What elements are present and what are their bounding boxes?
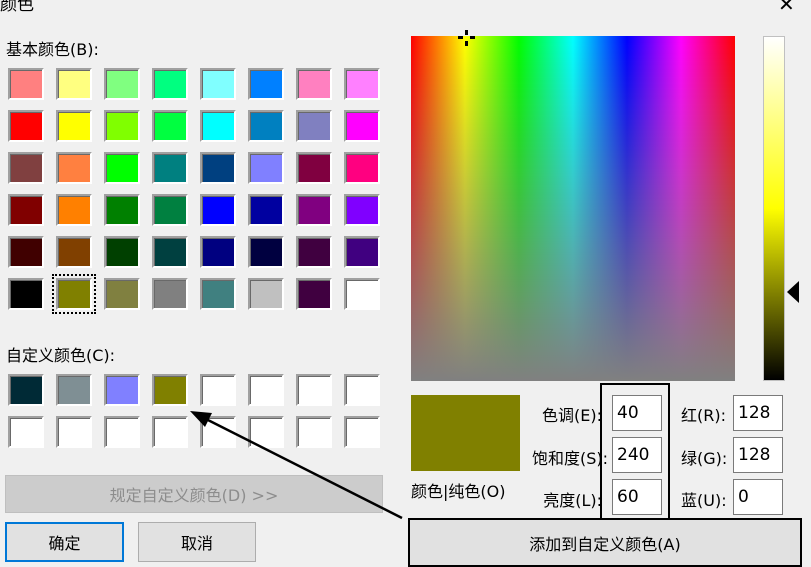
basic-color-swatch[interactable] <box>200 110 236 142</box>
basic-color-swatch[interactable] <box>200 194 236 226</box>
basic-color-swatch[interactable] <box>56 236 92 268</box>
basic-color-swatch[interactable] <box>344 68 380 100</box>
basic-color-swatch[interactable] <box>104 68 140 100</box>
close-icon[interactable]: ✕ <box>778 0 795 16</box>
basic-color-swatch[interactable] <box>248 278 284 310</box>
basic-color-swatch[interactable] <box>248 194 284 226</box>
basic-color-swatch[interactable] <box>56 194 92 226</box>
basic-color-swatch[interactable] <box>248 68 284 100</box>
custom-color-swatch[interactable] <box>200 374 236 406</box>
custom-color-swatch[interactable] <box>104 416 140 448</box>
luminance-input[interactable] <box>612 479 662 515</box>
define-custom-colors-button[interactable]: 规定自定义颜色(D) >> <box>5 475 383 513</box>
basic-color-swatch[interactable] <box>296 278 332 310</box>
basic-color-swatch[interactable] <box>56 68 92 100</box>
custom-color-swatch[interactable] <box>8 416 44 448</box>
basic-color-swatch[interactable] <box>104 236 140 268</box>
color-solid-label[interactable]: 颜色|纯色(O) <box>411 478 505 502</box>
custom-color-swatch[interactable] <box>296 416 332 448</box>
color-spectrum[interactable] <box>411 36 735 381</box>
basic-color-swatch[interactable] <box>8 152 44 184</box>
dialog-title: 颜色 <box>0 0 34 15</box>
basic-color-swatch[interactable] <box>248 152 284 184</box>
basic-color-swatch[interactable] <box>344 236 380 268</box>
spectrum-crosshair-icon[interactable] <box>455 30 479 50</box>
basic-color-swatch[interactable] <box>200 278 236 310</box>
basic-color-swatch[interactable] <box>296 236 332 268</box>
basic-color-swatch[interactable] <box>152 152 188 184</box>
basic-color-swatch[interactable] <box>248 110 284 142</box>
basic-color-swatch[interactable] <box>104 110 140 142</box>
green-label: 绿(G): <box>681 449 728 468</box>
hue-input[interactable] <box>612 395 662 431</box>
luminance-label: 亮度(L): <box>543 491 602 510</box>
red-label: 红(R): <box>681 406 726 425</box>
basic-color-swatch[interactable] <box>296 110 332 142</box>
basic-color-swatch[interactable] <box>344 152 380 184</box>
custom-color-swatch[interactable] <box>248 416 284 448</box>
basic-color-swatch[interactable] <box>152 110 188 142</box>
saturation-label: 饱和度(S): <box>531 449 608 468</box>
luminance-slider[interactable] <box>763 36 785 381</box>
color-preview <box>411 395 520 471</box>
custom-color-swatch[interactable] <box>296 374 332 406</box>
custom-color-swatch[interactable] <box>56 416 92 448</box>
basic-color-swatch[interactable] <box>8 194 44 226</box>
basic-color-swatch[interactable] <box>8 68 44 100</box>
custom-color-swatch[interactable] <box>344 374 380 406</box>
basic-color-swatch[interactable] <box>200 236 236 268</box>
custom-color-swatch[interactable] <box>152 416 188 448</box>
hue-label: 色调(E): <box>542 406 602 425</box>
add-to-custom-colors-button[interactable]: 添加到自定义颜色(A) <box>408 518 802 567</box>
basic-color-swatch[interactable] <box>56 152 92 184</box>
custom-color-swatch[interactable] <box>248 374 284 406</box>
basic-color-swatch[interactable] <box>8 110 44 142</box>
basic-color-swatch[interactable] <box>344 110 380 142</box>
basic-color-swatch[interactable] <box>152 194 188 226</box>
custom-color-swatch[interactable] <box>200 416 236 448</box>
basic-color-swatch[interactable] <box>248 236 284 268</box>
basic-color-swatch[interactable] <box>104 278 140 310</box>
basic-color-swatch[interactable] <box>296 152 332 184</box>
ok-button[interactable]: 确定 <box>5 522 124 562</box>
basic-color-swatch[interactable] <box>52 274 96 314</box>
basic-color-swatch[interactable] <box>200 152 236 184</box>
custom-colors-label: 自定义颜色(C): <box>6 346 116 365</box>
basic-color-swatch[interactable] <box>152 68 188 100</box>
basic-color-swatch[interactable] <box>8 278 44 310</box>
blue-label: 蓝(U): <box>681 491 727 510</box>
green-input[interactable] <box>733 437 783 473</box>
basic-color-swatch[interactable] <box>104 194 140 226</box>
custom-color-swatch[interactable] <box>104 374 140 406</box>
basic-color-swatch[interactable] <box>56 110 92 142</box>
basic-color-swatch[interactable] <box>344 194 380 226</box>
custom-color-swatch[interactable] <box>8 374 44 406</box>
cancel-button[interactable]: 取消 <box>138 522 256 562</box>
basic-color-swatch[interactable] <box>200 68 236 100</box>
basic-color-swatch[interactable] <box>104 152 140 184</box>
basic-color-swatch[interactable] <box>296 194 332 226</box>
basic-color-swatch[interactable] <box>296 68 332 100</box>
red-input[interactable] <box>733 395 783 431</box>
saturation-input[interactable] <box>612 437 662 473</box>
basic-color-swatch[interactable] <box>152 278 188 310</box>
basic-color-swatch[interactable] <box>152 236 188 268</box>
basic-color-swatch[interactable] <box>8 236 44 268</box>
blue-input[interactable] <box>733 479 783 515</box>
custom-color-swatch[interactable] <box>344 416 380 448</box>
custom-color-swatch[interactable] <box>56 374 92 406</box>
custom-color-swatch[interactable] <box>152 374 188 406</box>
basic-color-swatch[interactable] <box>344 278 380 310</box>
basic-colors-label: 基本颜色(B): <box>6 40 99 59</box>
luminance-pointer-icon[interactable] <box>787 281 799 303</box>
